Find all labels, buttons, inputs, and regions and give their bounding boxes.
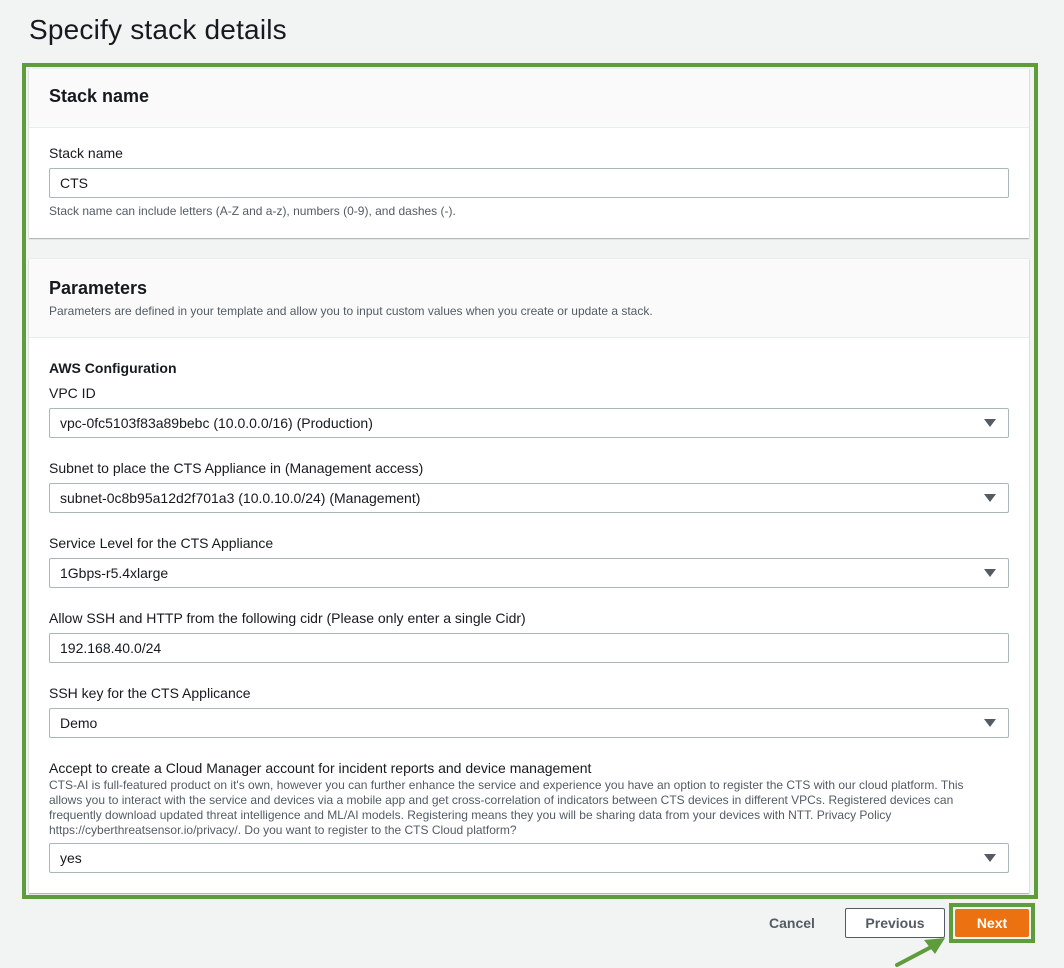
subnet-select[interactable]: subnet-0c8b95a12d2f701a3 (10.0.10.0/24) …: [49, 483, 1009, 513]
cidr-label: Allow SSH and HTTP from the following ci…: [49, 610, 526, 626]
cloud-manager-description: CTS-AI is full-featured product on it's …: [49, 778, 1009, 838]
parameters-section-title: Parameters: [49, 278, 148, 298]
subnet-value: subnet-0c8b95a12d2f701a3 (10.0.10.0/24) …: [60, 490, 421, 506]
parameters-panel-header: Parameters Parameters are defined in you…: [29, 259, 1029, 338]
service-level-value: 1Gbps-r5.4xlarge: [60, 565, 169, 581]
vpc-id-select[interactable]: vpc-0fc5103f83a89bebc (10.0.0.0/16) (Pro…: [49, 408, 1009, 438]
ssh-key-caret-icon: [984, 719, 996, 727]
cloud-manager-description-line: allows you to interact with the service …: [49, 793, 954, 807]
parameters-panel: Parameters Parameters are defined in you…: [29, 259, 1029, 893]
cancel-button[interactable]: Cancel: [761, 908, 823, 938]
stack-name-label: Stack name: [49, 145, 123, 161]
ssh-key-value: Demo: [60, 715, 98, 731]
ssh-key-label: SSH key for the CTS Applicance: [49, 685, 251, 701]
aws-configuration-title: AWS Configuration: [49, 360, 177, 376]
cloud-manager-description-line: https://cyberthreatsensor.io/privacy/. D…: [49, 823, 517, 837]
next-button[interactable]: Next: [955, 909, 1029, 937]
cidr-input[interactable]: 192.168.40.0/24: [49, 633, 1009, 663]
parameters-panel-body: AWS Configuration VPC ID vpc-0fc5103f83a…: [29, 338, 1029, 893]
cloud-manager-caret-icon: [984, 854, 996, 862]
page-title: Specify stack details: [29, 14, 287, 45]
cloud-manager-label: Accept to create a Cloud Manager account…: [49, 760, 592, 776]
stack-name-panel: Stack name Stack name CTS Stack name can…: [29, 69, 1029, 238]
vpc-id-label: VPC ID: [49, 385, 96, 401]
cloud-manager-description-line: CTS-AI is full-featured product on it's …: [49, 778, 964, 792]
cloud-manager-select[interactable]: yes: [49, 843, 1009, 873]
subnet-label: Subnet to place the CTS Appliance in (Ma…: [49, 460, 424, 476]
cloud-manager-value: yes: [60, 850, 82, 866]
service-level-caret-icon: [984, 569, 996, 577]
stack-name-hint: Stack name can include letters (A-Z and …: [49, 204, 456, 218]
ssh-key-select[interactable]: Demo: [49, 708, 1009, 738]
cloud-manager-description-line: frequently download updated threat intel…: [49, 808, 892, 822]
parameters-description: Parameters are defined in your template …: [49, 304, 653, 318]
stack-name-section-title: Stack name: [49, 86, 150, 106]
stack-name-panel-body: Stack name CTS Stack name can include le…: [29, 128, 1029, 238]
service-level-select[interactable]: 1Gbps-r5.4xlarge: [49, 558, 1009, 588]
vpc-id-caret-icon: [984, 419, 996, 427]
stack-name-panel-header: Stack name: [29, 69, 1029, 128]
service-level-label: Service Level for the CTS Appliance: [49, 535, 274, 551]
subnet-caret-icon: [984, 494, 996, 502]
pointer-arrow-icon: [895, 938, 945, 967]
vpc-id-value: vpc-0fc5103f83a89bebc (10.0.0.0/16) (Pro…: [60, 415, 373, 431]
stack-name-input[interactable]: CTS: [49, 168, 1009, 198]
